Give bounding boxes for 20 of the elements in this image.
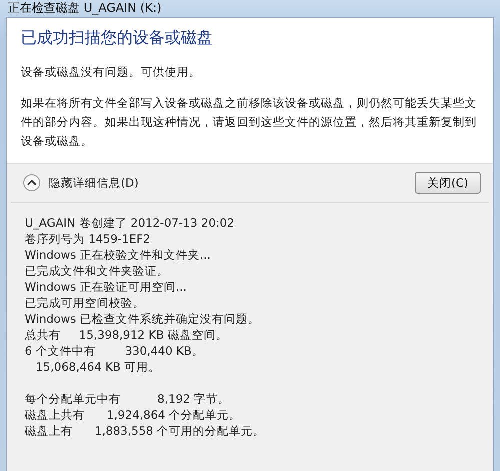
detail-line: 每个分配单元中有 8,192 字节。 bbox=[25, 391, 232, 407]
detail-line: 总共有 15,398,912 KB 磁盘空间。 bbox=[25, 327, 229, 343]
message-text: 设备或磁盘没有问题。可供使用。 bbox=[21, 64, 202, 81]
message-text: 如果在将所有文件全部写入设备或磁盘之前移除该设备或磁盘，则仍然可能丢失某些文件的部分内容。如果出现这种情况，请返回到这些文件的源位置，然后将其重新复制到设备或磁盘。 bbox=[21, 95, 478, 150]
detail-line: Windows 已检查文件系统并确定没有问题。 bbox=[25, 311, 261, 327]
details-toggle[interactable]: 隐藏详细信息(D) bbox=[23, 174, 139, 192]
detail-line: Windows 正在验证可用空间... bbox=[25, 279, 188, 295]
detail-line: 磁盘上有 1,883,558 个可用的分配单元。 bbox=[25, 423, 266, 439]
result-heading: 已成功扫描您的设备或磁盘 bbox=[21, 28, 214, 49]
chevron-icon bbox=[23, 174, 41, 192]
detail-line: Windows 正在校验文件和文件夹... bbox=[25, 247, 212, 263]
detail-line: 已完成文件和文件夹验证。 bbox=[25, 263, 170, 279]
detail-line: 已完成可用空间校验。 bbox=[25, 295, 146, 311]
close-button[interactable]: 关闭(C) bbox=[415, 172, 481, 194]
detail-line: 6 个文件中有 330,440 KB。 bbox=[25, 343, 205, 359]
detail-line: U_AGAIN 卷创建了 2012-07-13 20:02 bbox=[25, 215, 236, 231]
detail-line: 卷序列号为 1459-1EF2 bbox=[25, 231, 152, 247]
detail-line: 磁盘上共有 1,924,864 个分配单元。 bbox=[25, 407, 242, 423]
detail-line: 15,068,464 KB 可用。 bbox=[34, 359, 162, 375]
window-title: 正在检查磁盘 U_AGAIN (K:) bbox=[7, 0, 163, 17]
